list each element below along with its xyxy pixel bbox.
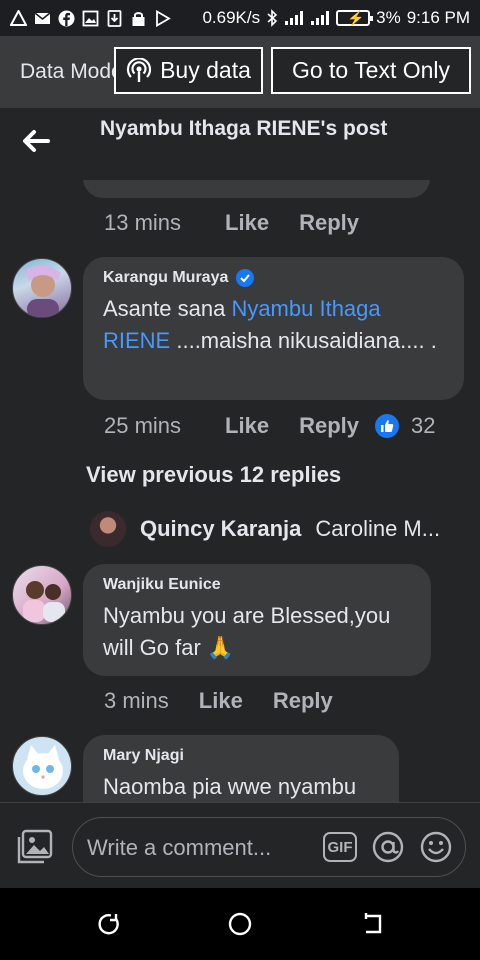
reply-author[interactable]: Quincy Karanja	[140, 516, 301, 542]
reply-button[interactable]: Reply	[299, 413, 359, 439]
reaction-count[interactable]: 32	[411, 413, 435, 439]
comment-text: Asante sana Nyambu Ithaga RIENE ....mais…	[103, 293, 444, 357]
clock: 9:16 PM	[406, 8, 470, 27]
warning-icon	[10, 9, 27, 26]
mention-at-icon[interactable]	[371, 830, 405, 864]
avatar[interactable]	[12, 565, 72, 625]
avatar[interactable]	[12, 736, 72, 796]
reply-preview[interactable]: Quincy Karanja Caroline M...	[90, 510, 470, 548]
comments-feed[interactable]: 13 mins Like Reply Karangu Muraya Asante…	[0, 180, 480, 802]
comment-input[interactable]	[87, 832, 317, 864]
comment-actions: 25 mins Like Reply 32	[104, 413, 435, 439]
comment-input-field[interactable]: GIF	[72, 817, 466, 877]
comment-author[interactable]: Karangu Muraya	[103, 269, 444, 287]
data-mode-banner: Data Mode Buy data Go to Text Only	[0, 36, 480, 108]
comment-actions: 3 mins Like Reply	[104, 688, 363, 714]
signal-icon-2	[311, 11, 330, 25]
notification-icons	[10, 9, 171, 27]
comment-text-part: ....maisha nikusaidiana.... .	[170, 328, 437, 353]
net-speed: 0.69K/s	[202, 8, 261, 27]
comment-time: 25 mins	[104, 413, 182, 438]
reply-button[interactable]: Reply	[273, 688, 333, 714]
comment-composer: GIF	[0, 802, 480, 888]
broadcast-icon	[127, 57, 152, 82]
play-store-icon	[156, 9, 171, 27]
home-icon[interactable]	[226, 910, 254, 938]
battery-level: 3%	[376, 8, 401, 27]
bluetooth-icon	[267, 9, 278, 27]
reply-snippet: Caroline M...	[315, 516, 441, 541]
comment-text-part: Asante sana	[103, 296, 232, 321]
comment-text: Nyambu you are Blessed,you will Go far 🙏	[103, 603, 391, 660]
author-name[interactable]: Karangu Muraya	[103, 269, 228, 287]
battery-icon: ⚡	[336, 10, 374, 26]
photo-icon[interactable]	[16, 829, 54, 865]
facebook-icon	[58, 10, 75, 26]
buy-data-label: Buy data	[160, 57, 251, 83]
like-button[interactable]: Like	[225, 210, 269, 236]
lock-icon	[132, 11, 145, 26]
recent-apps-icon[interactable]	[94, 910, 122, 938]
post-header: Nyambu Ithaga RIENE's post	[0, 108, 480, 180]
author-name[interactable]: Mary Njagi	[103, 747, 184, 765]
system-nav-bar	[0, 888, 480, 960]
comment-time: 3 mins	[104, 688, 169, 713]
page-title: Nyambu Ithaga RIENE's post	[100, 117, 388, 140]
avatar-photo	[23, 581, 65, 622]
mail-icon	[34, 11, 51, 24]
emoji-icon[interactable]	[419, 830, 453, 864]
avatar[interactable]	[12, 258, 72, 318]
view-previous-replies-link[interactable]: View previous 12 replies	[86, 462, 341, 488]
download-icon	[107, 9, 122, 27]
text-only-label: Go to Text Only	[291, 57, 451, 83]
gif-button[interactable]: GIF	[323, 832, 357, 862]
comment-bubble[interactable]: Karangu Muraya Asante sana Nyambu Ithaga…	[83, 257, 464, 400]
buy-data-button[interactable]: Buy data	[114, 47, 263, 94]
comment-text: Naomba pia wwe nyambu	[103, 774, 357, 799]
avatar-photo	[23, 745, 63, 789]
comment-bubble[interactable]: Wanjiku Eunice Nyambu you are Blessed,yo…	[83, 564, 431, 676]
data-mode-label: Data Mode	[20, 60, 116, 83]
comment-bubble[interactable]: Mary Njagi Naomba pia wwe nyambu	[83, 735, 399, 802]
author-name[interactable]: Wanjiku Eunice	[103, 576, 221, 594]
previous-comment-bubble	[83, 180, 430, 198]
like-button[interactable]: Like	[199, 688, 243, 714]
thumbs-up-icon[interactable]	[375, 414, 399, 438]
text-only-button[interactable]: Go to Text Only	[271, 47, 471, 94]
signal-icon	[285, 11, 304, 25]
comment-author[interactable]: Wanjiku Eunice	[103, 576, 411, 594]
back-arrow-icon[interactable]	[18, 124, 52, 158]
verified-badge-icon	[236, 269, 255, 287]
back-nav-icon[interactable]	[360, 910, 388, 938]
avatar	[90, 511, 126, 547]
gallery-icon	[82, 10, 99, 26]
avatar-photo	[25, 265, 61, 317]
comment-time: 13 mins	[104, 210, 182, 235]
comment-author[interactable]: Mary Njagi	[103, 747, 379, 765]
status-bar: 0.69K/s ⚡ 3% 9:16 PM	[0, 0, 480, 36]
system-indicators: 0.69K/s ⚡ 3% 9:16 PM	[202, 8, 470, 28]
comment-actions: 13 mins Like Reply	[104, 210, 389, 236]
like-button[interactable]: Like	[225, 413, 269, 439]
reply-button[interactable]: Reply	[299, 210, 359, 236]
